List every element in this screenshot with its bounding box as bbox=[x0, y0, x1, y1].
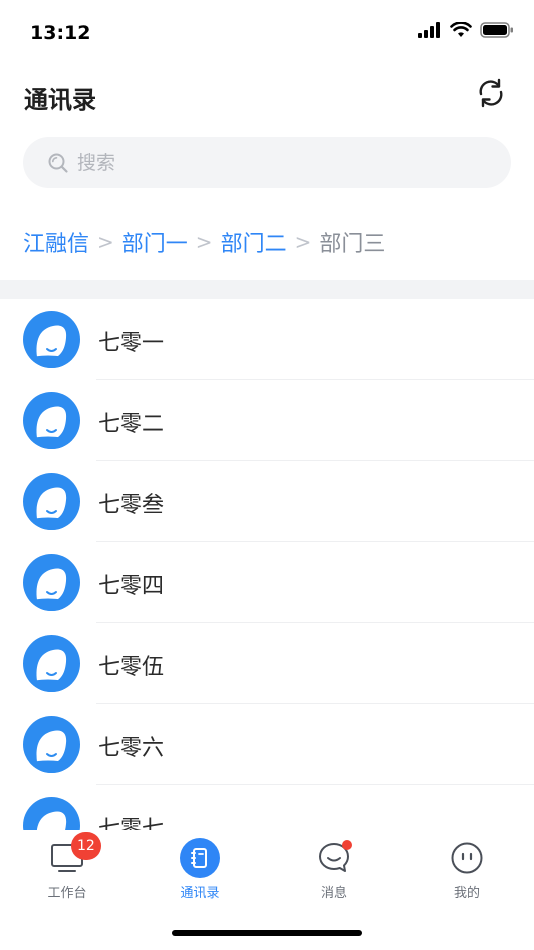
chevron-right-icon: > bbox=[195, 230, 213, 254]
contact-row[interactable]: 七零叁 bbox=[0, 461, 534, 542]
avatar bbox=[23, 473, 80, 530]
contact-row[interactable]: 七零二 bbox=[0, 380, 534, 461]
breadcrumb: 江融信 > 部门一 > 部门二 > 部门三 bbox=[23, 222, 385, 262]
contact-name: 七零二 bbox=[98, 412, 165, 437]
page-title: 通讯录 bbox=[24, 86, 96, 114]
contact-name: 七零一 bbox=[98, 331, 165, 356]
wifi-icon bbox=[450, 22, 472, 37]
notification-badge: 12 bbox=[71, 832, 101, 860]
contact-list: 七零一 七零二 七零叁 七零四 七零伍 七零六 七零七 bbox=[0, 299, 534, 830]
header: 通讯录 bbox=[0, 70, 534, 126]
unread-dot bbox=[342, 840, 352, 850]
contact-name: 七零四 bbox=[98, 574, 165, 599]
tab-label: 通讯录 bbox=[180, 886, 220, 901]
chevron-right-icon: > bbox=[294, 230, 312, 254]
search-input[interactable] bbox=[77, 151, 477, 174]
contact-row[interactable]: 七零七 bbox=[0, 785, 534, 830]
tab-profile[interactable]: 我的 bbox=[400, 838, 534, 908]
contact-name: 七零叁 bbox=[98, 493, 165, 518]
refresh-icon bbox=[479, 78, 503, 108]
contact-row[interactable]: 七零伍 bbox=[0, 623, 534, 704]
avatar-face-icon bbox=[36, 811, 67, 830]
status-icons bbox=[418, 22, 514, 38]
refresh-button[interactable] bbox=[474, 76, 508, 110]
section-divider bbox=[0, 280, 534, 299]
tab-label: 工作台 bbox=[47, 886, 87, 901]
workbench-icon: 12 bbox=[47, 832, 101, 878]
contact-row[interactable]: 七零一 bbox=[0, 299, 534, 380]
contact-row[interactable]: 七零六 bbox=[0, 704, 534, 785]
avatar-face-icon bbox=[23, 325, 80, 368]
avatar-face-icon bbox=[23, 649, 80, 692]
breadcrumb-item-dept1[interactable]: 部门一 bbox=[122, 226, 188, 258]
avatar bbox=[23, 554, 80, 611]
contact-row[interactable]: 七零四 bbox=[0, 542, 534, 623]
avatar bbox=[23, 311, 80, 368]
tab-bar: 12 工作台 通讯录 消息 我的 bbox=[0, 830, 534, 950]
avatar-face-icon bbox=[23, 406, 80, 449]
signal-icon bbox=[418, 22, 440, 38]
tab-label: 我的 bbox=[453, 886, 480, 901]
tab-label: 消息 bbox=[320, 886, 347, 901]
avatar-face-icon bbox=[23, 730, 80, 773]
breadcrumb-item-root[interactable]: 江融信 bbox=[23, 226, 89, 258]
search-icon bbox=[48, 153, 68, 173]
contacts-icon bbox=[180, 838, 220, 878]
chevron-right-icon: > bbox=[97, 230, 114, 254]
message-icon bbox=[314, 838, 354, 878]
contact-name: 七零伍 bbox=[98, 655, 165, 680]
battery-icon bbox=[480, 22, 513, 38]
avatar-face-icon bbox=[23, 568, 80, 611]
tab-workbench[interactable]: 12 工作台 bbox=[0, 832, 134, 908]
home-indicator bbox=[172, 930, 362, 936]
tab-messages[interactable]: 消息 bbox=[267, 838, 401, 908]
avatar bbox=[23, 635, 80, 692]
profile-icon bbox=[447, 838, 487, 878]
avatar bbox=[23, 797, 80, 830]
avatar bbox=[23, 392, 80, 449]
breadcrumb-item-current: 部门三 bbox=[319, 232, 386, 257]
contact-name: 七零六 bbox=[98, 736, 165, 761]
avatar-face-icon bbox=[23, 487, 80, 530]
contact-name: 七零七 bbox=[98, 817, 165, 830]
status-bar: 13:12 bbox=[0, 0, 534, 70]
breadcrumb-item-dept2[interactable]: 部门二 bbox=[221, 226, 287, 258]
tab-contacts[interactable]: 通讯录 bbox=[133, 838, 267, 908]
search-box[interactable] bbox=[23, 137, 511, 188]
avatar bbox=[23, 716, 80, 773]
status-time: 13:12 bbox=[30, 22, 91, 44]
